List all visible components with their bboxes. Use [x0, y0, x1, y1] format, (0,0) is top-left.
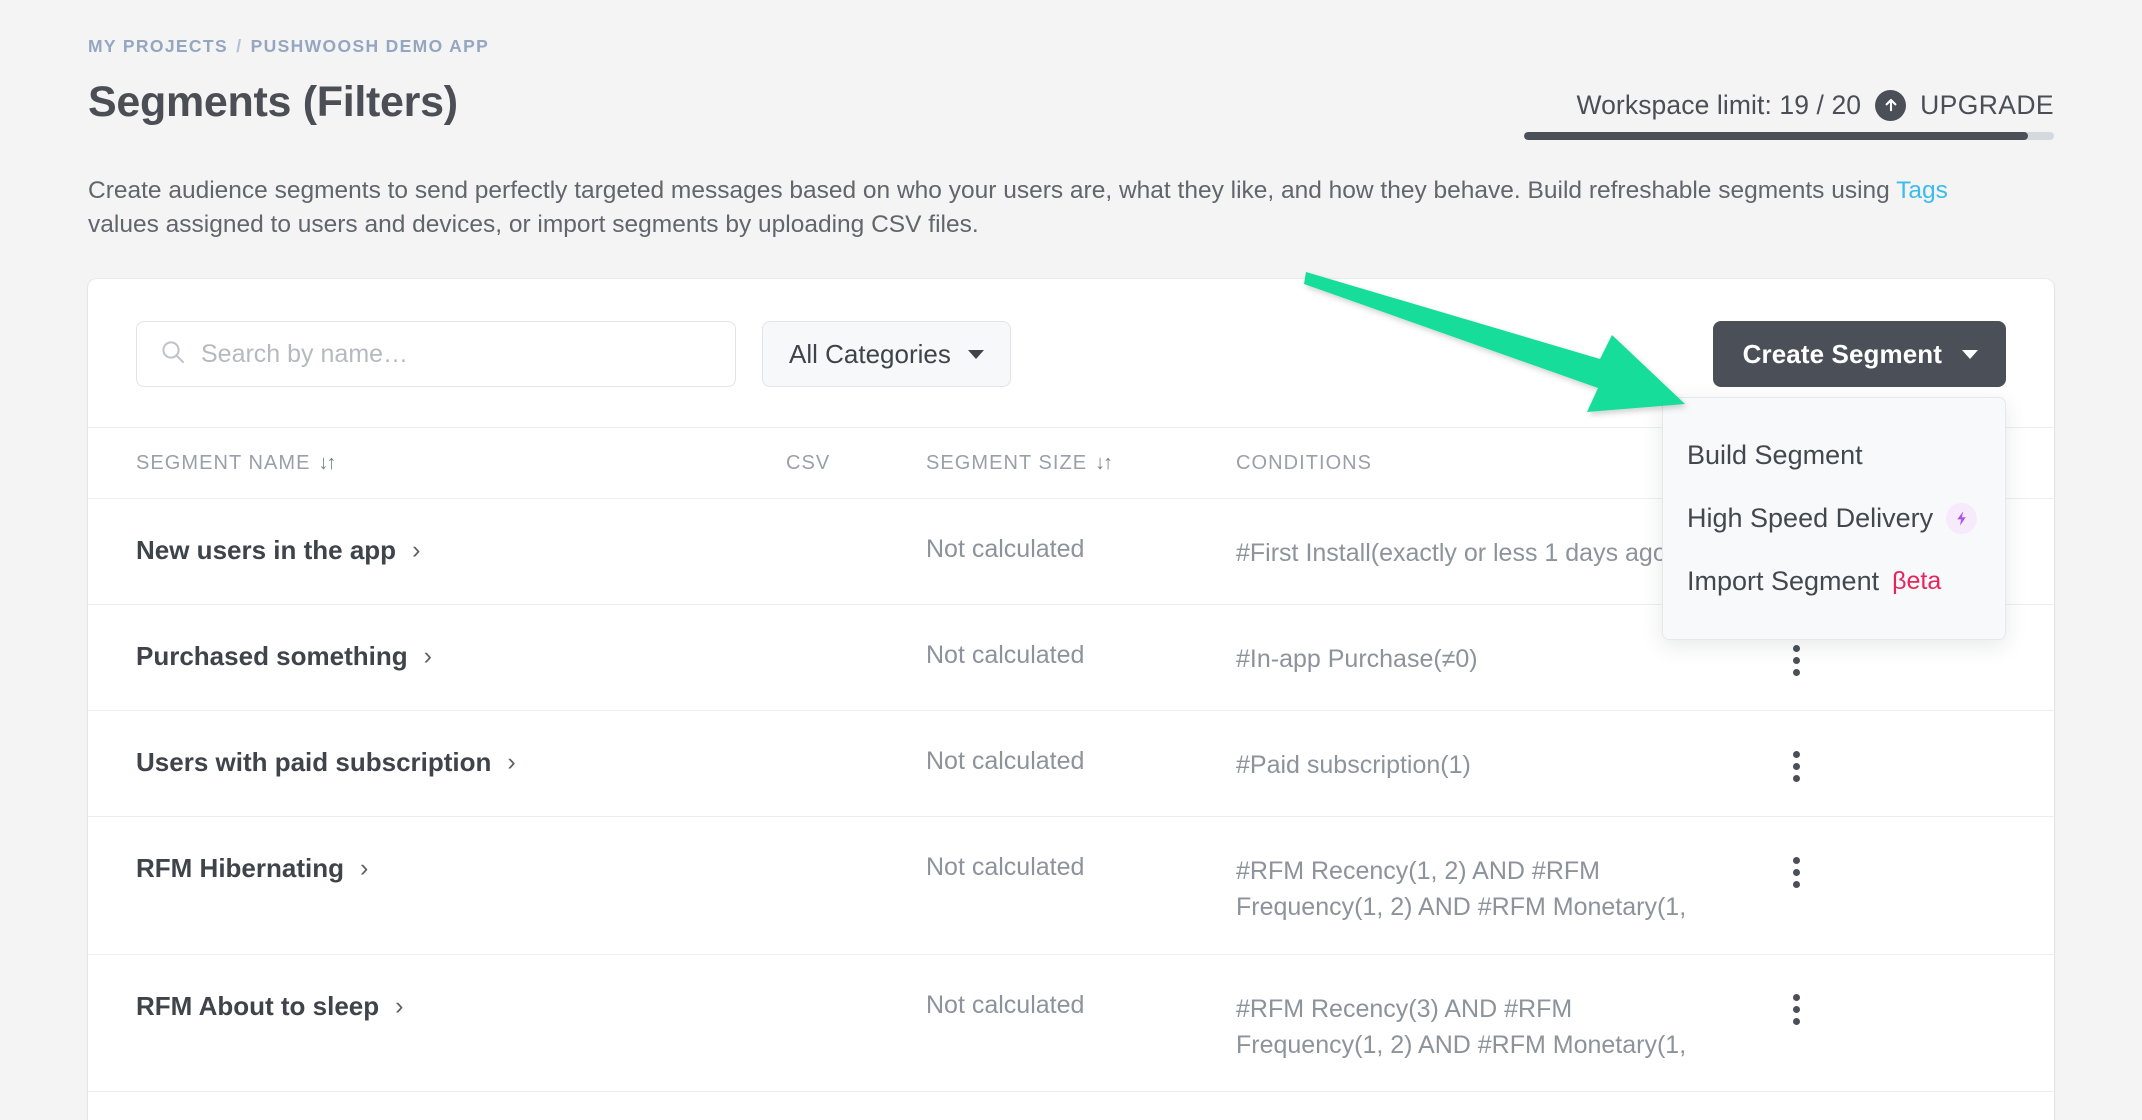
breadcrumb-separator: /: [236, 36, 243, 56]
create-segment-label: Create Segment: [1742, 338, 1942, 369]
search-input[interactable]: [201, 339, 717, 369]
segment-name-link[interactable]: RFM Hibernating ›: [136, 853, 786, 884]
column-header-segment-size[interactable]: SEGMENT SIZE ↓↑: [926, 452, 1236, 475]
page-description-part1: Create audience segments to send perfect…: [88, 176, 1897, 204]
page-description: Create audience segments to send perfect…: [88, 174, 2018, 244]
page-description-part2: values assigned to users and devices, or…: [88, 211, 979, 239]
kebab-menu-icon[interactable]: [1773, 743, 1819, 789]
workspace-limit-block: Workspace limit: 19 / 20 UPGRADE: [1524, 78, 2054, 140]
cell-csv: [786, 605, 926, 669]
cell-segment-size: Not calculated: [926, 747, 1085, 776]
cell-csv: [786, 817, 926, 881]
segments-toolbar: All Categories Create Segment Build Segm…: [88, 279, 2054, 641]
menu-item-import-segment[interactable]: Import Segment βeta: [1663, 550, 2005, 613]
segment-name-text: RFM Hibernating: [136, 853, 344, 884]
all-categories-label: All Categories: [789, 338, 951, 369]
cell-actions: [1756, 817, 1836, 895]
tags-link[interactable]: Tags: [1896, 177, 1948, 204]
cell-actions: [1756, 711, 1836, 789]
cell-csv: [786, 499, 926, 563]
chevron-down-icon: [1962, 349, 1978, 359]
cell-segment-size: Not calculated: [926, 990, 1085, 1019]
cell-segment-name: RFM Hibernating ›: [136, 817, 786, 912]
menu-item-label: High Speed Delivery: [1687, 503, 1934, 534]
cell-actions: [1756, 955, 1836, 1033]
cell-conditions: #Paid subscription(1): [1236, 751, 1471, 780]
search-icon: [159, 338, 187, 371]
column-header-csv: CSV: [786, 452, 926, 475]
cell-segment-size: Not calculated: [926, 641, 1085, 670]
chevron-right-icon: ›: [360, 854, 369, 883]
segment-name-text: New users in the app: [136, 535, 397, 566]
column-header-label: SEGMENT NAME: [136, 451, 311, 474]
table-row[interactable]: Users with paid subscription › Not calcu…: [88, 711, 2054, 818]
breadcrumb: MY PROJECTS / PUSHWOOSH DEMO APP: [88, 36, 2054, 56]
workspace-limit-line: Workspace limit: 19 / 20 UPGRADE: [1524, 89, 2054, 121]
menu-item-label: Build Segment: [1687, 440, 1863, 471]
chevron-right-icon: ›: [395, 991, 404, 1020]
chevron-right-icon: ›: [423, 642, 432, 671]
kebab-menu-icon[interactable]: [1773, 849, 1819, 895]
table-row[interactable]: RFM About to sleep › Not calculated #RFM…: [88, 955, 2054, 1093]
kebab-menu-icon[interactable]: [1773, 987, 1819, 1033]
cell-segment-size: Not calculated: [926, 853, 1085, 882]
create-segment-wrap: Create Segment Build Segment High Speed …: [1662, 321, 2006, 641]
chevron-right-icon: ›: [507, 748, 516, 777]
table-row[interactable]: RFM Hibernating › Not calculated #RFM Re…: [88, 817, 2054, 955]
menu-item-high-speed-delivery[interactable]: High Speed Delivery: [1663, 487, 2005, 550]
segments-card: All Categories Create Segment Build Segm…: [88, 279, 2054, 1120]
arrow-up-circle-icon[interactable]: [1875, 89, 1907, 121]
cell-csv: [786, 711, 926, 775]
workspace-limit-text: Workspace limit: 19 / 20: [1576, 89, 1862, 120]
cell-segment-name: Users with paid subscription ›: [136, 711, 786, 806]
cell-conditions: #RFM Recency(3) AND #RFM Frequency(1, 2)…: [1236, 994, 1687, 1059]
chevron-down-icon: [967, 349, 984, 359]
segment-name-text: RFM About to sleep: [136, 990, 380, 1021]
segment-name-link[interactable]: RFM About to sleep ›: [136, 991, 786, 1022]
segments-page: MY PROJECTS / PUSHWOOSH DEMO APP Segment…: [0, 0, 2142, 1120]
breadcrumb-root[interactable]: MY PROJECTS: [88, 36, 228, 56]
breadcrumb-current[interactable]: PUSHWOOSH DEMO APP: [251, 36, 490, 56]
page-header: MY PROJECTS / PUSHWOOSH DEMO APP Segment…: [0, 0, 2142, 243]
workspace-limit-progressbar: [1524, 131, 2054, 140]
cell-segment-name: RFM About to sleep ›: [136, 955, 786, 1050]
column-header-label: CSV: [786, 451, 831, 474]
column-header-label: CONDITIONS: [1236, 451, 1373, 474]
search-box[interactable]: [136, 321, 736, 388]
beta-badge: βeta: [1892, 567, 1942, 596]
segment-name-link[interactable]: Purchased something ›: [136, 641, 786, 672]
sort-icon[interactable]: ↓↑: [1095, 452, 1113, 475]
cell-conditions: #RFM Recency(1, 2) AND #RFM Frequency(1,…: [1236, 857, 1687, 922]
create-segment-button[interactable]: Create Segment: [1712, 321, 2006, 388]
cell-csv: [786, 955, 926, 1019]
segment-name-link[interactable]: Users with paid subscription ›: [136, 747, 786, 778]
page-title: Segments (Filters): [88, 77, 458, 126]
upgrade-button[interactable]: UPGRADE: [1920, 90, 2054, 121]
sort-icon[interactable]: ↓↑: [318, 452, 336, 475]
column-header-label: SEGMENT SIZE: [926, 451, 1088, 474]
cell-segment-size: Not calculated: [926, 535, 1085, 564]
create-segment-dropdown: Build Segment High Speed Delivery Import…: [1662, 397, 2006, 641]
cell-segment-name: Purchased something ›: [136, 605, 786, 700]
segment-name-link[interactable]: New users in the app ›: [136, 535, 786, 566]
segment-name-text: Users with paid subscription: [136, 747, 492, 778]
kebab-menu-icon[interactable]: [1773, 637, 1819, 683]
lightning-bolt-icon: [1946, 503, 1978, 535]
workspace-limit-progress-fill: [1524, 131, 2028, 140]
all-categories-dropdown[interactable]: All Categories: [762, 321, 1011, 388]
title-row: Segments (Filters) Workspace limit: 19 /…: [88, 78, 2054, 140]
cell-segment-name: New users in the app ›: [136, 499, 786, 594]
menu-item-label: Import Segment: [1687, 566, 1880, 597]
column-header-segment-name[interactable]: SEGMENT NAME ↓↑: [136, 452, 786, 475]
menu-item-build-segment[interactable]: Build Segment: [1663, 424, 2005, 487]
chevron-right-icon: ›: [412, 536, 421, 565]
segment-name-text: Purchased something: [136, 641, 408, 672]
